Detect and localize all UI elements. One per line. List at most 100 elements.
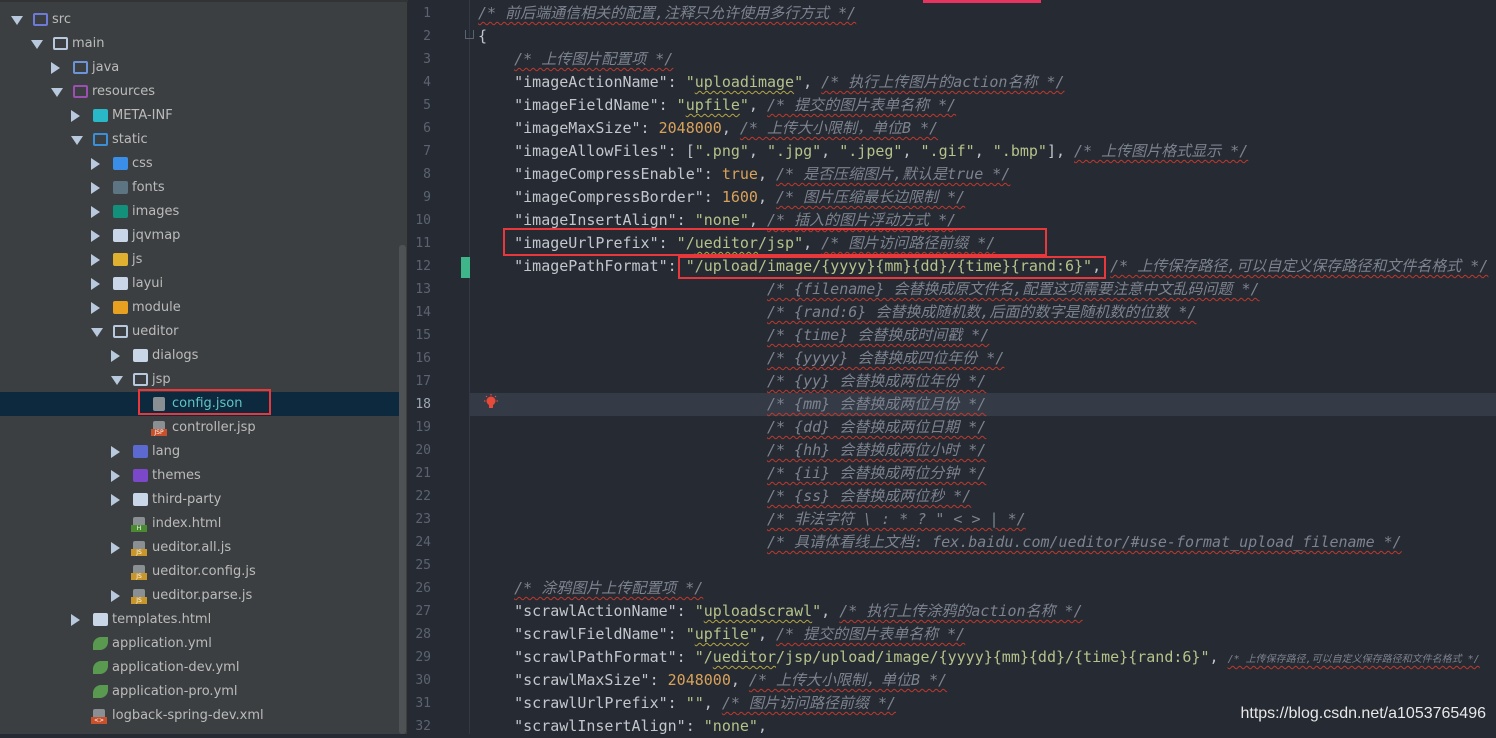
tree-item-templates-html[interactable]: templates.html bbox=[0, 608, 400, 632]
code-line[interactable]: /* 具请体看线上文档: fex.baidu.com/ueditor/#use-… bbox=[767, 531, 1402, 554]
code-line[interactable]: /* {yyyy} 会替换成四位年份 */ bbox=[767, 347, 1004, 370]
tree-item-css[interactable]: css bbox=[0, 152, 400, 176]
tree-item-layui[interactable]: layui bbox=[0, 272, 400, 296]
code-line[interactable]: /* {ii} 会替换成两位分钟 */ bbox=[767, 462, 986, 485]
comment: /* 上传保存路径,可以自定义保存路径和文件名格式 */ bbox=[1227, 654, 1480, 665]
tree-item-application-dev-yml[interactable]: application-dev.yml bbox=[0, 656, 400, 680]
comment: /* {filename} 会替换成原文件名,配置这项需要注意中文乱码问题 */ bbox=[766, 280, 1260, 298]
code-line[interactable]: "imageCompressEnable": true, /* 是否压缩图片,默… bbox=[514, 163, 1010, 186]
chevron-down-icon[interactable] bbox=[51, 88, 63, 97]
tree-item-logback-spring-dev-xml[interactable]: <> logback-spring-dev.xml bbox=[0, 704, 400, 728]
code-line[interactable]: "imageMaxSize": 2048000, /* 上传大小限制，单位B *… bbox=[514, 117, 938, 140]
vcs-changed-marker[interactable] bbox=[461, 257, 470, 278]
tree-item-src[interactable]: src bbox=[0, 8, 400, 32]
code-line[interactable]: "scrawlInsertAlign": "none", bbox=[514, 715, 767, 738]
chevron-right-icon[interactable] bbox=[71, 614, 80, 626]
chevron-right-icon[interactable] bbox=[91, 302, 100, 314]
chevron-right-icon[interactable] bbox=[71, 110, 80, 122]
tree-item-js[interactable]: js bbox=[0, 248, 400, 272]
code-line[interactable]: /* 上传图片配置项 */ bbox=[514, 48, 673, 71]
lightbulb-icon[interactable] bbox=[483, 394, 499, 412]
code-editor[interactable]: 1 2 3 4 5 6 7 8 9 10 11 12 13 14 15 16 17 18 19 20 21 22 23 24 2… bbox=[409, 0, 1496, 735]
code-line[interactable]: "imageAllowFiles": [".png", ".jpg", ".jp… bbox=[514, 140, 1248, 163]
code-line[interactable]: /* {ss} 会替换成两位秒 */ bbox=[767, 485, 971, 508]
code-line[interactable]: "imageActionName": "uploadimage", /* 执行上… bbox=[514, 71, 1064, 94]
tree-item-ueditor-parse-js[interactable]: JS ueditor.parse.js bbox=[0, 584, 400, 608]
code-line[interactable]: /* {dd} 会替换成两位日期 */ bbox=[767, 416, 986, 439]
highlight-box-image-path-format bbox=[678, 256, 1106, 279]
code-line[interactable]: "scrawlPathFormat": "/ueditor/jsp/upload… bbox=[514, 646, 1480, 669]
chevron-down-icon[interactable] bbox=[71, 136, 83, 145]
chevron-right-icon[interactable] bbox=[91, 182, 100, 194]
chevron-right-icon[interactable] bbox=[91, 158, 100, 170]
tree-item-themes[interactable]: themes bbox=[0, 464, 400, 488]
images-folder-icon bbox=[113, 205, 128, 218]
tree-item-fonts[interactable]: fonts bbox=[0, 176, 400, 200]
tree-item-main[interactable]: main bbox=[0, 32, 400, 56]
code-line[interactable]: "imageFieldName": "upfile", /* 提交的图片表单名称… bbox=[514, 94, 956, 117]
code-line[interactable]: "scrawlFieldName": "upfile", /* 提交的图片表单名… bbox=[514, 623, 965, 646]
chevron-right-icon[interactable] bbox=[111, 350, 120, 362]
tree-item-ueditor-config-js[interactable]: JS ueditor.config.js bbox=[0, 560, 400, 584]
chevron-right-icon[interactable] bbox=[111, 446, 120, 458]
string-literal: ".jpeg" bbox=[839, 142, 903, 160]
line-number: 29 bbox=[415, 650, 431, 665]
punctuation: : bbox=[703, 188, 722, 206]
tree-item-resources[interactable]: resources bbox=[0, 80, 400, 104]
code-line[interactable]: /* {mm} 会替换成两位月份 */ bbox=[767, 393, 986, 416]
tree-item-module[interactable]: module bbox=[0, 296, 400, 320]
tree-item-ueditor-all-js[interactable]: JS ueditor.all.js bbox=[0, 536, 400, 560]
code-line[interactable]: /* 前后端通信相关的配置,注释只允许使用多行方式 */ bbox=[478, 2, 856, 25]
code-line[interactable]: "scrawlActionName": "uploadscrawl", /* 执… bbox=[514, 600, 1083, 623]
code-line[interactable]: /* {time} 会替换成时间戳 */ bbox=[767, 324, 989, 347]
code-line[interactable]: { bbox=[478, 25, 487, 48]
tree-item-controller-jsp[interactable]: JSP controller.jsp bbox=[0, 416, 400, 440]
tree-item-static[interactable]: static bbox=[0, 128, 400, 152]
code-line[interactable]: "imageCompressBorder": 1600, /* 图片压缩最长边限… bbox=[514, 186, 965, 209]
code-line[interactable]: /* {hh} 会替换成两位小时 */ bbox=[767, 439, 986, 462]
chevron-right-icon[interactable] bbox=[91, 278, 100, 290]
tree-item-application-pro-yml[interactable]: application-pro.yml bbox=[0, 680, 400, 704]
chevron-down-icon[interactable] bbox=[31, 40, 43, 49]
punctuation: : bbox=[658, 96, 677, 114]
chevron-down-icon[interactable] bbox=[11, 16, 23, 25]
folder-icon bbox=[113, 325, 128, 338]
tree-item-label: themes bbox=[152, 468, 201, 483]
code-line[interactable]: /* {rand:6} 会替换成随机数,后面的数字是随机数的位数 */ bbox=[767, 301, 1197, 324]
comment: /* {hh} 会替换成两位小时 */ bbox=[766, 441, 987, 459]
chevron-right-icon[interactable] bbox=[91, 254, 100, 266]
tree-item-label: ueditor.parse.js bbox=[152, 588, 253, 603]
chevron-right-icon[interactable] bbox=[111, 590, 120, 602]
tree-item-third-party[interactable]: third-party bbox=[0, 488, 400, 512]
line-number-gutter: 1 2 3 4 5 6 7 8 9 10 11 12 13 14 15 16 17 18 19 20 21 22 23 24 2… bbox=[409, 0, 474, 734]
tree-item-java[interactable]: java bbox=[0, 56, 400, 80]
tree-item-lang[interactable]: lang bbox=[0, 440, 400, 464]
code-line[interactable]: "scrawlUrlPrefix": "", /* 图片访问路径前缀 */ bbox=[514, 692, 896, 715]
code-line[interactable]: /* 涂鸦图片上传配置项 */ bbox=[514, 577, 703, 600]
code-line[interactable]: /* {yy} 会替换成两位年份 */ bbox=[767, 370, 986, 393]
tree-item-images[interactable]: images bbox=[0, 200, 400, 224]
chevron-right-icon[interactable] bbox=[91, 230, 100, 242]
fold-icon[interactable] bbox=[465, 30, 474, 39]
punctuation: , bbox=[757, 717, 767, 735]
chevron-down-icon[interactable] bbox=[91, 328, 103, 337]
chevron-right-icon[interactable] bbox=[51, 62, 60, 74]
folder-icon bbox=[53, 37, 68, 50]
chevron-right-icon[interactable] bbox=[111, 542, 120, 554]
code-line[interactable]: "scrawlMaxSize": 2048000, /* 上传大小限制，单位B … bbox=[514, 669, 947, 692]
tree-item-meta-inf[interactable]: META-INF bbox=[0, 104, 400, 128]
tree-scrollbar[interactable] bbox=[399, 245, 406, 734]
chevron-right-icon[interactable] bbox=[111, 494, 120, 506]
project-tree-panel: src main java resources META-INF static css fon… bbox=[0, 0, 408, 734]
tree-item-ueditor[interactable]: ueditor bbox=[0, 320, 400, 344]
code-line[interactable]: /* {filename} 会替换成原文件名,配置这项需要注意中文乱码问题 */ bbox=[767, 278, 1260, 301]
tree-item-jqvmap[interactable]: jqvmap bbox=[0, 224, 400, 248]
chevron-right-icon[interactable] bbox=[111, 470, 120, 482]
tree-item-dialogs[interactable]: dialogs bbox=[0, 344, 400, 368]
code-line[interactable]: /* 非法字符 \ : * ? " < > | */ bbox=[767, 508, 1026, 531]
chevron-down-icon[interactable] bbox=[111, 376, 123, 385]
chevron-right-icon[interactable] bbox=[91, 206, 100, 218]
watermark: https://blog.csdn.net/a1053765496 bbox=[1240, 705, 1486, 722]
tree-item-application-yml[interactable]: application.yml bbox=[0, 632, 400, 656]
tree-item-index-html[interactable]: Hindex.html bbox=[0, 512, 400, 536]
